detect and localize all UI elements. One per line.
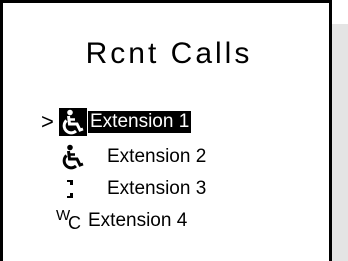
list-item-label: Extension 3 — [107, 178, 207, 199]
list-item-extension-3[interactable]: Extension 3 — [3, 175, 335, 203]
selection-cursor: > — [41, 109, 54, 134]
list-item-extension-1[interactable]: > Extension 1 — [3, 108, 335, 136]
recent-calls-screen: Rcnt Calls > Extension 1 Extension 2 Ext… — [0, 0, 332, 261]
list-item-extension-4[interactable]: W C Extension 4 — [3, 207, 335, 235]
list-item-label: Extension 4 — [88, 210, 188, 231]
list-item-label: Extension 1 — [88, 111, 192, 133]
list-item-label: Extension 2 — [107, 146, 207, 167]
wheelchair-icon — [59, 143, 87, 171]
list-item-extension-2[interactable]: Extension 2 — [3, 143, 335, 171]
wheelchair-icon — [59, 108, 87, 136]
phone-handset-icon — [61, 175, 89, 203]
wc-icon-c: C — [68, 213, 81, 233]
page-title: Rcnt Calls — [85, 37, 253, 70]
